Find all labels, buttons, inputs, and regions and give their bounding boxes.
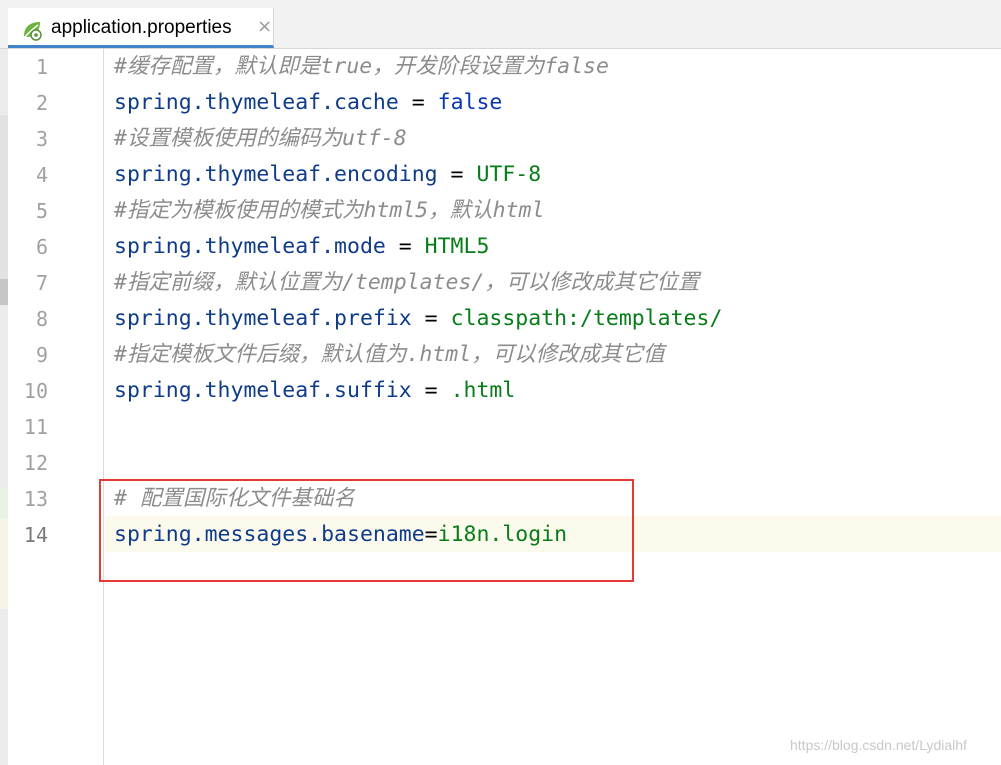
line-number: 3 — [35, 127, 48, 151]
property-key: spring.thymeleaf.encoding — [114, 162, 438, 187]
tab-application-properties[interactable]: application.properties × — [8, 8, 274, 48]
close-icon[interactable]: × — [257, 16, 272, 37]
assignment-operator: = — [411, 306, 451, 331]
line-number: 9 — [35, 343, 48, 367]
watermark: https://blog.csdn.net/Lydialhf — [790, 737, 967, 753]
comment-text: #指定前缀，默认位置为/templates/，可以修改成其它位置 — [114, 270, 700, 295]
property-key: spring.thymeleaf.mode — [114, 234, 386, 259]
property-value: classpath:/templates/ — [450, 306, 723, 331]
highlight-box — [99, 479, 634, 582]
assignment-operator: = — [385, 234, 425, 259]
line-number-gutter: 1 2 3 4 5 6 7 8 9 10 11 12 13 14 — [8, 49, 104, 765]
left-tool-strip — [0, 49, 8, 765]
line-number: 14 — [23, 523, 48, 547]
code-line: spring.thymeleaf.mode = HTML5 — [114, 229, 489, 265]
line-number: 5 — [35, 199, 48, 223]
code-line: spring.thymeleaf.cache = false — [114, 85, 502, 121]
assignment-operator: = — [398, 90, 438, 115]
line-number: 7 — [35, 271, 48, 295]
scroll-thumb[interactable] — [0, 279, 8, 305]
line-number: 8 — [35, 307, 48, 331]
property-value: .html — [450, 378, 516, 403]
code-line: #指定前缀，默认位置为/templates/，可以修改成其它位置 — [114, 265, 699, 301]
scroll-marker — [0, 115, 8, 295]
change-marker — [0, 489, 8, 519]
line-number: 2 — [35, 91, 48, 115]
property-key: spring.thymeleaf.prefix — [114, 306, 412, 331]
property-key: spring.thymeleaf.cache — [114, 90, 399, 115]
line-number: 4 — [35, 163, 48, 187]
property-key: spring.thymeleaf.suffix — [114, 378, 412, 403]
property-value: UTF-8 — [476, 162, 542, 187]
spring-leaf-icon — [24, 22, 42, 41]
property-value: HTML5 — [424, 234, 490, 259]
change-marker — [0, 519, 8, 609]
line-number: 10 — [23, 379, 48, 403]
line-number: 1 — [35, 55, 48, 79]
line-number: 13 — [23, 487, 48, 511]
line-number: 6 — [35, 235, 48, 259]
comment-text: #指定模板文件后缀，默认值为.html，可以修改成其它值 — [114, 342, 665, 367]
code-editor[interactable]: #缓存配置，默认即是true，开发阶段设置为false spring.thymel… — [105, 49, 1001, 765]
code-line: #指定为模板使用的模式为html5，默认html — [114, 193, 544, 229]
tab-label: application.properties — [51, 17, 232, 38]
code-line: spring.thymeleaf.encoding = UTF-8 — [114, 157, 541, 193]
window-top-strip — [0, 0, 1001, 8]
assignment-operator: = — [411, 378, 451, 403]
editor-tab-bar: application.properties × — [0, 8, 1001, 49]
comment-text: #缓存配置，默认即是true，开发阶段设置为false — [114, 54, 609, 79]
code-line: spring.thymeleaf.prefix = classpath:/tem… — [114, 301, 722, 337]
code-line: #缓存配置，默认即是true，开发阶段设置为false — [114, 49, 609, 85]
code-line: spring.thymeleaf.suffix = .html — [114, 373, 515, 409]
property-value: false — [437, 90, 503, 115]
comment-text: #指定为模板使用的模式为html5，默认html — [114, 198, 545, 223]
comment-text: #设置模板使用的编码为utf-8 — [114, 126, 407, 151]
line-number: 11 — [23, 415, 48, 439]
code-line: #设置模板使用的编码为utf-8 — [114, 121, 407, 157]
line-number: 12 — [23, 451, 48, 475]
code-line: #指定模板文件后缀，默认值为.html，可以修改成其它值 — [114, 337, 665, 373]
assignment-operator: = — [437, 162, 477, 187]
